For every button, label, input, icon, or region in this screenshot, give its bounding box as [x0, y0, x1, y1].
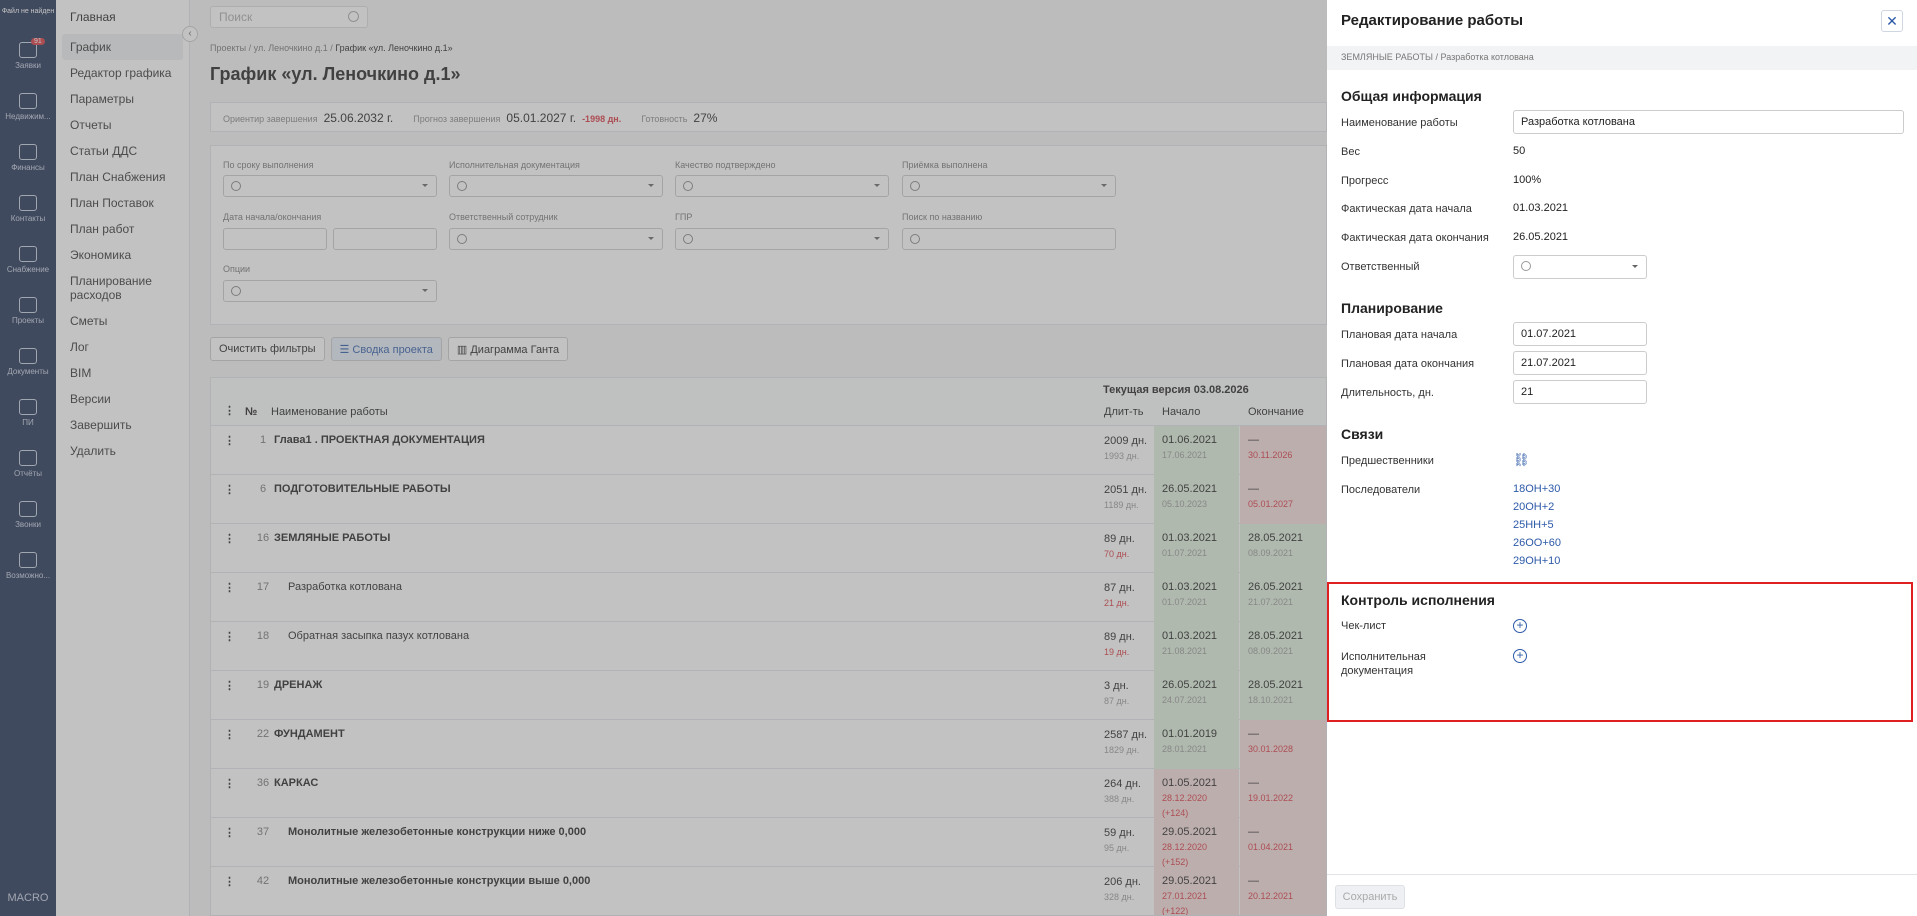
plan-end-label: Плановая дата окончания — [1341, 358, 1475, 370]
weight-value: 50 — [1513, 145, 1526, 157]
add-predecessor-link-icon[interactable]: ⛓ — [1513, 452, 1530, 468]
progress-label: Прогресс — [1341, 175, 1389, 187]
save-button[interactable]: Сохранить — [1335, 885, 1405, 909]
successors-label: Последователи — [1341, 484, 1421, 496]
panel-breadcrumb: ЗЕМЛЯНЫЕ РАБОТЫ / Разработка котлована — [1327, 46, 1917, 70]
duration-input[interactable]: 21 — [1513, 380, 1647, 404]
panel-footer: Сохранить — [1327, 874, 1917, 916]
successor-link[interactable]: 20ОН+2 — [1513, 498, 1554, 516]
plan-end-input[interactable]: 21.07.2021 — [1513, 351, 1647, 375]
responsible-label: Ответственный — [1341, 261, 1420, 273]
duration-label: Длительность, дн. — [1341, 387, 1434, 399]
chevron-down-icon — [1632, 265, 1638, 271]
fact-end-label: Фактическая дата окончания — [1341, 232, 1489, 244]
highlight-box — [1327, 582, 1913, 722]
fact-start-label: Фактическая дата начала — [1341, 203, 1472, 215]
work-name-input[interactable]: Разработка котлована — [1513, 110, 1904, 134]
weight-label: Вес — [1341, 146, 1360, 158]
section-links: Связи — [1341, 426, 1384, 442]
fact-end-value: 26.05.2021 — [1513, 231, 1569, 243]
predecessors-label: Предшественники — [1341, 455, 1434, 467]
responsible-select[interactable] — [1513, 255, 1647, 279]
name-label: Наименование работы — [1341, 117, 1458, 129]
section-planning: Планирование — [1341, 300, 1443, 316]
section-general: Общая информация — [1341, 88, 1482, 104]
plan-start-input[interactable]: 01.07.2021 — [1513, 322, 1647, 346]
modal-overlay[interactable] — [0, 0, 1327, 916]
search-icon — [1521, 261, 1531, 271]
edit-work-panel: Редактирование работы ✕ ЗЕМЛЯНЫЕ РАБОТЫ … — [1327, 0, 1917, 916]
close-button[interactable]: ✕ — [1881, 10, 1903, 32]
successor-link[interactable]: 25НН+5 — [1513, 516, 1554, 534]
close-icon: ✕ — [1886, 13, 1898, 29]
progress-value: 100% — [1513, 174, 1542, 186]
panel-title: Редактирование работы — [1341, 12, 1524, 29]
fact-start-value: 01.03.2021 — [1513, 202, 1569, 214]
successor-link[interactable]: 18ОН+30 — [1513, 480, 1560, 498]
successor-link[interactable]: 26ОО+60 — [1513, 534, 1561, 552]
app-root: Файл не найден 91 Заявки Недвижим... Финанс… — [0, 0, 1917, 916]
plan-start-label: Плановая дата начала — [1341, 329, 1458, 341]
successor-link[interactable]: 29ОН+10 — [1513, 552, 1560, 570]
